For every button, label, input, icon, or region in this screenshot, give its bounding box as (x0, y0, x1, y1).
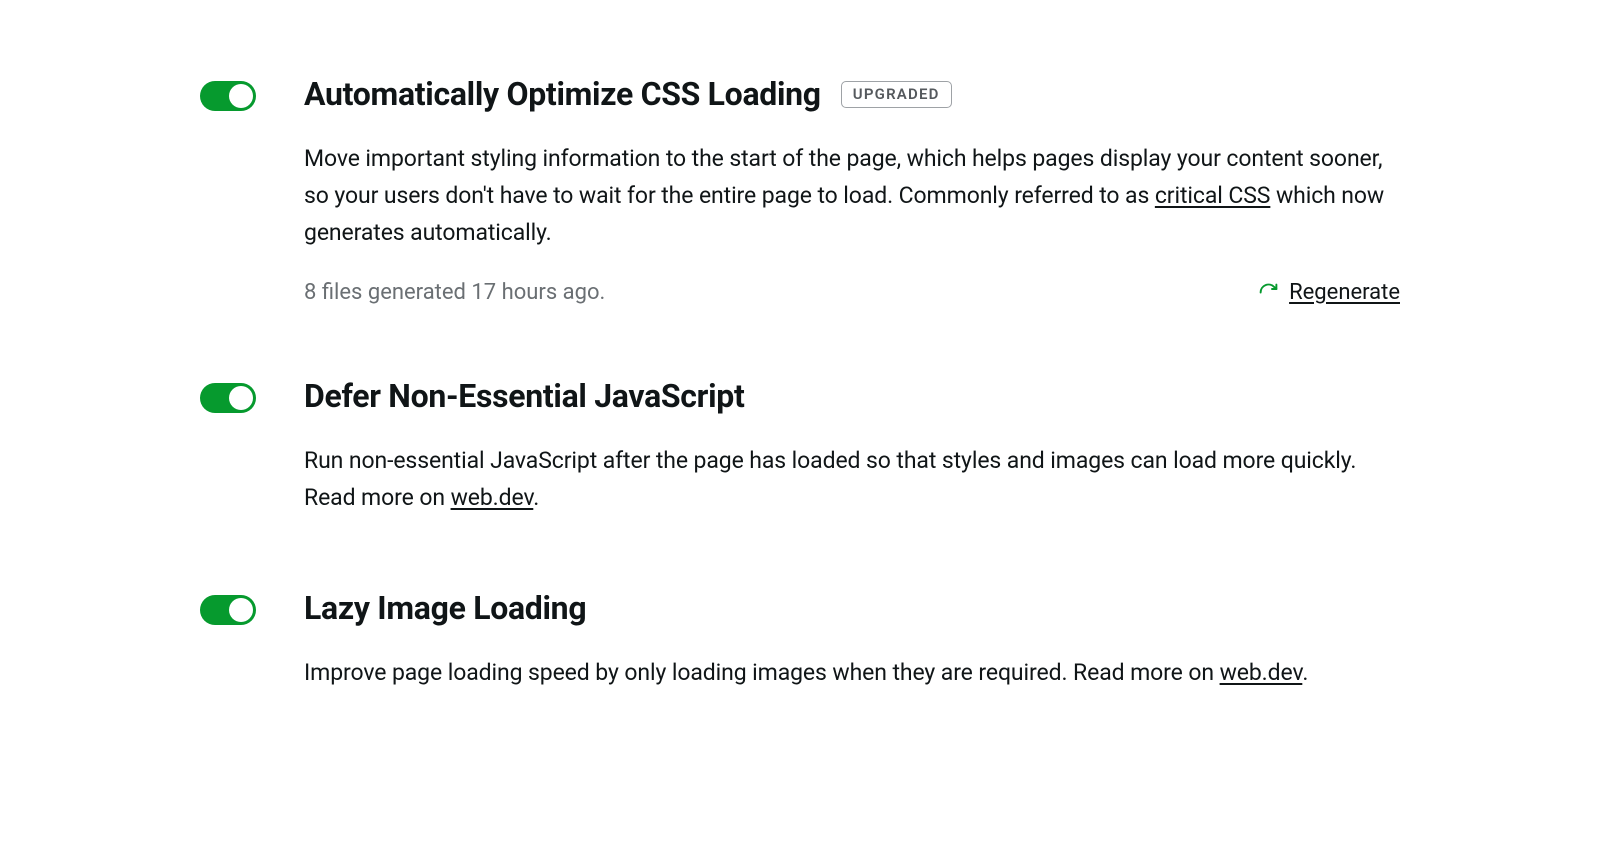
toggle-lazy-images[interactable] (200, 595, 256, 625)
toggle-optimize-css[interactable] (200, 81, 256, 111)
toggle-knob (229, 598, 253, 622)
generation-status: 8 files generated 17 hours ago. (304, 280, 605, 305)
critical-css-link[interactable]: critical CSS (1155, 182, 1270, 209)
setting-title: Lazy Image Loading (304, 589, 586, 627)
setting-lazy-images: Lazy Image Loading Improve page loading … (200, 589, 1400, 692)
regenerate-label: Regenerate (1289, 280, 1400, 305)
toggle-knob (229, 386, 253, 410)
setting-title: Defer Non-Essential JavaScript (304, 377, 745, 415)
toggle-defer-js[interactable] (200, 383, 256, 413)
webdev-link[interactable]: web.dev (451, 484, 534, 511)
refresh-icon (1258, 282, 1279, 303)
regenerate-button[interactable]: Regenerate (1258, 280, 1400, 305)
setting-optimize-css: Automatically Optimize CSS Loading UPGRA… (200, 75, 1400, 305)
desc-text-post: . (1302, 659, 1308, 686)
setting-description: Improve page loading speed by only loadi… (304, 655, 1400, 692)
desc-text-pre: Improve page loading speed by only loadi… (304, 659, 1220, 686)
setting-defer-js: Defer Non-Essential JavaScript Run non-e… (200, 377, 1400, 517)
setting-description: Run non-essential JavaScript after the p… (304, 443, 1400, 517)
setting-title: Automatically Optimize CSS Loading (304, 75, 821, 113)
webdev-link[interactable]: web.dev (1220, 659, 1303, 686)
toggle-knob (229, 84, 253, 108)
upgraded-badge: UPGRADED (841, 81, 952, 108)
setting-description: Move important styling information to th… (304, 141, 1400, 251)
desc-text-post: . (533, 484, 539, 511)
